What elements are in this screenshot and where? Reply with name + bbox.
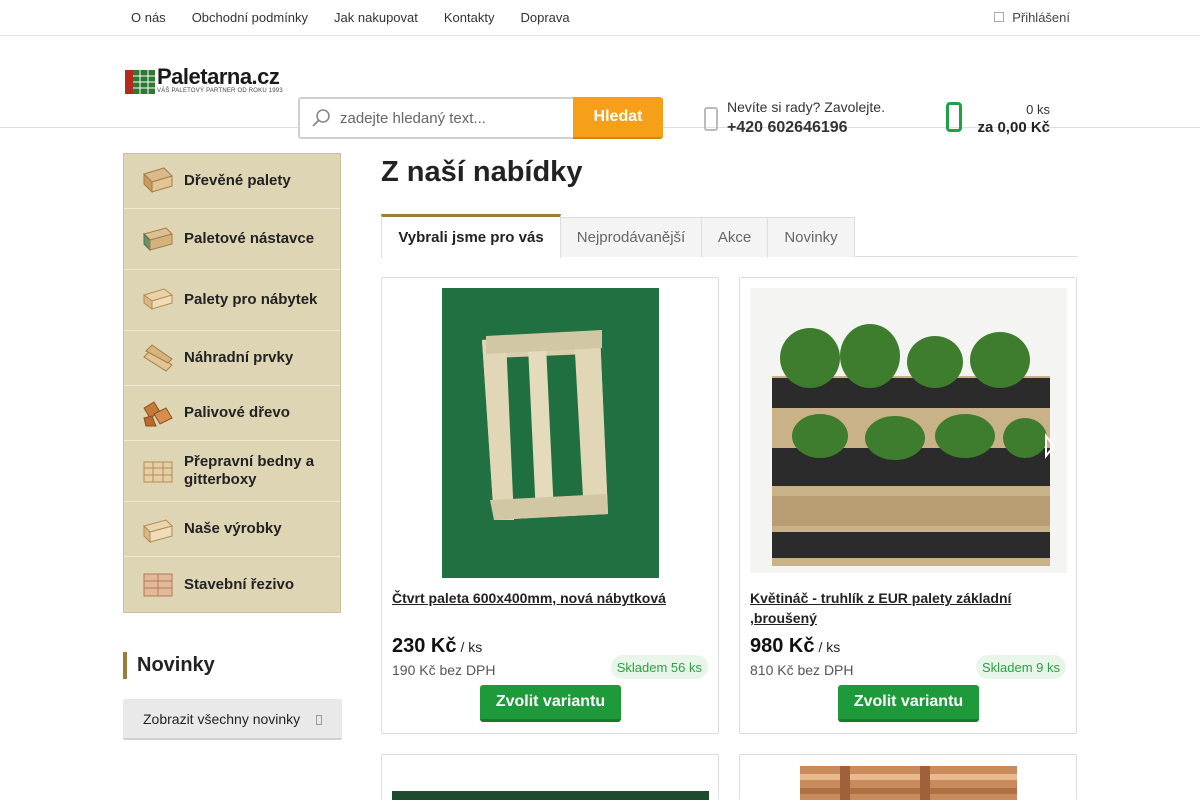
category-item-firewood[interactable]: Palivové dřevo: [124, 386, 340, 441]
tab-sale[interactable]: Akce: [701, 217, 768, 257]
top-nav-link-shipping[interactable]: Doprava: [507, 0, 582, 36]
category-label: Přepravní bedny a gitterboxy: [184, 453, 315, 488]
product-price: 230 Kč / ks: [392, 635, 482, 658]
product-name-link[interactable]: Čtvrt paleta 600x400mm, nová nábytková: [392, 588, 702, 608]
category-label: Náhradní prvky: [184, 349, 294, 366]
products-icon: [143, 519, 173, 544]
category-menu: Dřevěné palety Paletové nástavce Palety …: [123, 153, 341, 613]
site-logo[interactable]: Paletarna.cz VÁŠ PALETOVÝ PARTNER OD ROK…: [125, 64, 283, 106]
pallet-logo-icon: [125, 70, 155, 94]
price-value: 230 Kč: [392, 635, 457, 657]
top-nav-link-terms[interactable]: Obchodní podmínky: [179, 0, 321, 36]
contact-box: Nevíte si rady? Zavolejte. +420 60264619…: [704, 97, 924, 143]
cart-total: za 0,00 Kč: [977, 119, 1050, 136]
cart-summary[interactable]: 0 ks za 0,00 Kč: [946, 98, 1056, 140]
choose-variant-button[interactable]: Zvolit variantu: [838, 685, 979, 722]
logo-tagline: VÁŠ PALETOVÝ PARTNER OD ROKU 1993: [157, 88, 283, 94]
crate-icon: [143, 461, 173, 483]
news-heading: Novinky: [123, 652, 215, 679]
price-without-vat: 810 Kč bez DPH: [750, 662, 854, 678]
category-label: Palivové dřevo: [184, 404, 290, 421]
product-card: Čtvrt paleta 600x400mm, nová nábytková 2…: [381, 277, 719, 734]
category-label: Naše výrobky: [184, 520, 282, 537]
login-link[interactable]: Přihlášení: [994, 0, 1070, 34]
pallet-icon: [143, 167, 173, 194]
product-image[interactable]: [442, 288, 659, 578]
show-all-news-button[interactable]: Zobrazit všechny novinky: [123, 699, 342, 740]
category-item-pallet-collars[interactable]: Paletové nástavce: [124, 209, 340, 270]
top-nav-link-how-to-buy[interactable]: Jak nakupovat: [321, 0, 431, 36]
category-label: Palety pro nábytek: [184, 291, 318, 308]
search-icon: [312, 109, 330, 127]
product-price: 980 Kč / ks: [750, 635, 840, 658]
phone-icon: [704, 107, 718, 131]
price-unit: / ks: [460, 639, 483, 655]
top-nav-link-about[interactable]: O nás: [118, 0, 179, 36]
site-header: Paletarna.cz VÁŠ PALETOVÝ PARTNER OD ROK…: [0, 36, 1200, 139]
stock-badge: Skladem 9 ks: [975, 655, 1066, 679]
firewood-icon: [143, 401, 173, 427]
category-item-wooden-pallets[interactable]: Dřevěné palety: [124, 154, 340, 209]
tab-new[interactable]: Novinky: [767, 217, 855, 257]
top-nav-link-contacts[interactable]: Kontakty: [431, 0, 508, 36]
chevron-right-icon: [316, 715, 322, 725]
price-without-vat: 190 Kč bez DPH: [392, 662, 496, 678]
category-item-crates[interactable]: Přepravní bedny a gitterboxy: [124, 441, 340, 502]
product-image[interactable]: [800, 766, 1017, 800]
login-label: Přihlášení: [1012, 9, 1070, 25]
product-card: [381, 754, 719, 800]
product-card: [739, 754, 1077, 800]
product-card: Květináč - truhlík z EUR palety základní…: [739, 277, 1077, 734]
lumber-icon: [143, 573, 173, 596]
category-item-our-products[interactable]: Naše výrobky: [124, 502, 340, 557]
show-all-news-label: Zobrazit všechny novinky: [143, 710, 301, 727]
price-value: 980 Kč: [750, 635, 815, 657]
product-image[interactable]: [392, 791, 709, 800]
cart-quantity: 0 ks: [1026, 102, 1050, 117]
category-label: Stavební řezivo: [184, 575, 295, 593]
product-tabs: Vybrali jsme pro vás Nejprodávanější Akc…: [381, 214, 1078, 258]
cart-icon: [946, 102, 962, 132]
pallet-collar-icon: [143, 227, 173, 252]
search-input[interactable]: [340, 107, 565, 129]
page-title: Z naší nabídky: [381, 156, 583, 188]
user-icon: [994, 12, 1005, 22]
top-bar: O nás Obchodní podmínky Jak nakupovat Ko…: [0, 0, 1200, 36]
product-name-link[interactable]: Květináč - truhlík z EUR palety základní…: [750, 588, 1060, 628]
category-label: Paletové nástavce: [184, 230, 315, 247]
price-unit: / ks: [818, 639, 841, 655]
product-image[interactable]: [750, 288, 1067, 573]
category-item-furniture-pallets[interactable]: Palety pro nábytek: [124, 270, 340, 331]
boards-icon: [143, 344, 173, 372]
tab-bestsellers[interactable]: Nejprodávanější: [560, 217, 702, 257]
search-field: [298, 97, 574, 139]
category-label: Dřevěné palety: [184, 172, 291, 189]
logo-text: Paletarna.cz: [157, 64, 280, 89]
stock-badge: Skladem 56 ks: [610, 655, 708, 679]
search-form: Hledat: [298, 97, 664, 139]
tab-recommended[interactable]: Vybrali jsme pro vás: [381, 214, 561, 258]
contact-phone[interactable]: +420 602646196: [727, 119, 848, 137]
choose-variant-button[interactable]: Zvolit variantu: [480, 685, 621, 722]
top-nav: O nás Obchodní podmínky Jak nakupovat Ko…: [118, 0, 583, 36]
furniture-pallet-icon: [142, 288, 174, 310]
category-item-spare-parts[interactable]: Náhradní prvky: [124, 331, 340, 386]
search-button[interactable]: Hledat: [573, 97, 663, 139]
contact-prompt: Nevíte si rady? Zavolejte.: [727, 99, 885, 115]
category-item-lumber[interactable]: Stavební řezivo: [124, 557, 340, 612]
